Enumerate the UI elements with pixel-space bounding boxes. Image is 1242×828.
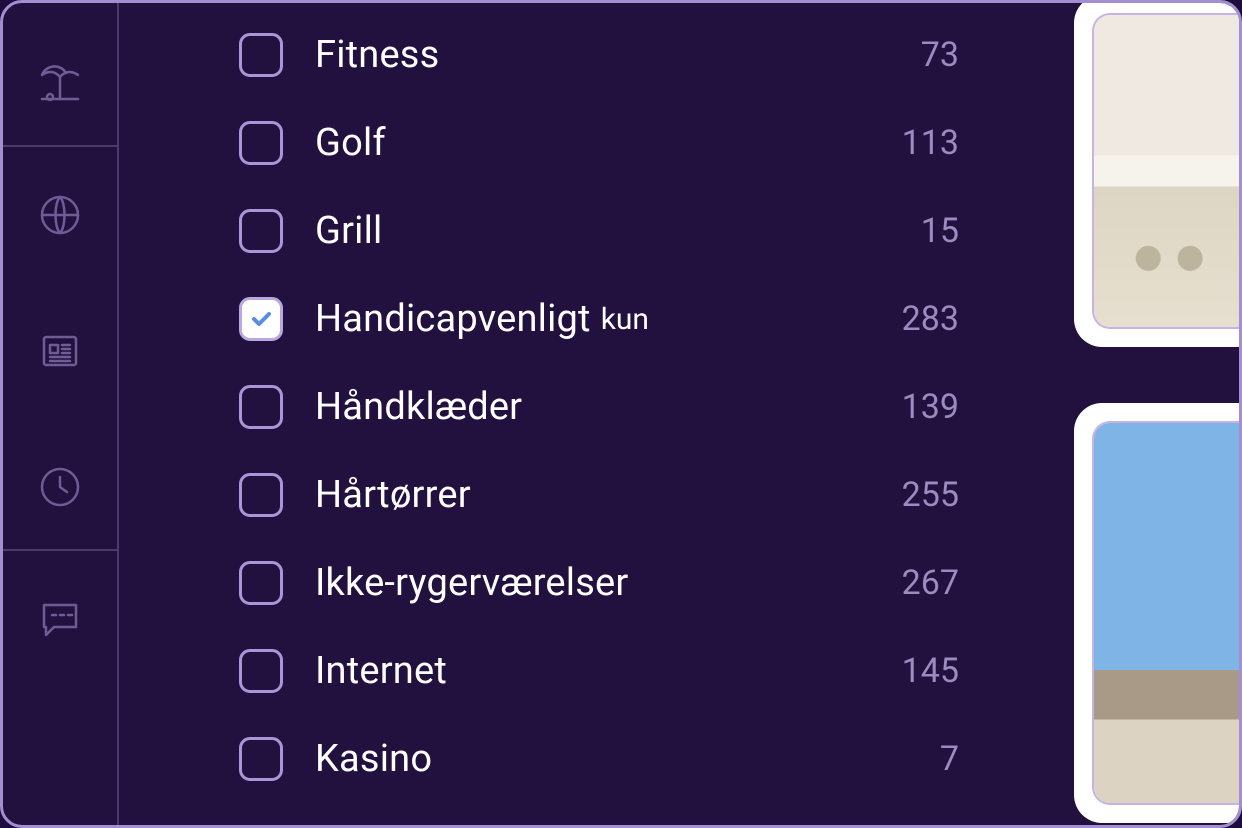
filter-internet[interactable]: Internet 145 [239,649,959,693]
preview-column [1049,3,1239,825]
filter-kasino[interactable]: Kasino 7 [239,737,959,781]
hotel-room-image [1094,15,1242,327]
filter-golf[interactable]: Golf 113 [239,121,959,165]
filter-grill[interactable]: Grill 15 [239,209,959,253]
filter-label: Fitness [315,33,439,77]
checkbox[interactable] [239,209,283,253]
filter-count: 267 [902,563,959,603]
app-window: Fitness 73 Golf 113 Grill 15 Handicapven… [0,0,1242,828]
globe-icon[interactable] [32,187,88,243]
filter-panel: Fitness 73 Golf 113 Grill 15 Handicapven… [119,3,1049,825]
filter-count: 255 [902,475,959,515]
news-icon[interactable] [32,323,88,379]
result-thumbnail [1092,421,1242,805]
filter-count: 113 [902,123,959,163]
filter-label: Internet [315,649,447,693]
sidebar-group-mid [3,187,117,515]
sidebar-divider-2 [3,549,117,551]
checkbox[interactable] [239,737,283,781]
checkbox[interactable] [239,649,283,693]
checkmark-icon [249,307,273,331]
result-card[interactable] [1074,0,1242,347]
checkbox[interactable] [239,561,283,605]
checkbox-checked[interactable] [239,297,283,341]
filter-handklaeder[interactable]: Håndklæder 139 [239,385,959,429]
filter-count: 73 [921,35,959,75]
result-card[interactable] [1074,403,1242,823]
filter-count: 283 [902,299,959,339]
filter-count: 139 [902,387,959,427]
beach-icon[interactable] [32,55,88,111]
filter-label: Kasino [315,737,432,781]
filter-count: 7 [940,739,959,779]
filter-label: Golf [315,121,386,165]
sidebar-divider [3,145,117,147]
checkbox[interactable] [239,385,283,429]
filter-count: 15 [921,211,959,251]
clock-icon[interactable] [32,459,88,515]
result-thumbnail [1092,13,1242,329]
filter-count: 145 [902,651,959,691]
filter-label: Handicapvenligt [315,297,591,341]
sidebar-group-bottom [3,591,117,647]
checkbox[interactable] [239,33,283,77]
checkbox[interactable] [239,473,283,517]
filter-handicapvenligt[interactable]: Handicapvenligt kun 283 [239,297,959,341]
filter-fitness[interactable]: Fitness 73 [239,33,959,77]
filter-label: Ikke-rygerværelser [315,561,628,605]
filter-label: Håndklæder [315,385,522,429]
checkbox[interactable] [239,121,283,165]
sidebar-group-top [3,55,117,111]
filter-suffix: kun [601,302,649,337]
landscape-image [1094,423,1242,803]
sidebar [3,3,119,825]
filter-hartorrer[interactable]: Hårtørrer 255 [239,473,959,517]
chat-icon[interactable] [32,591,88,647]
filter-list: Fitness 73 Golf 113 Grill 15 Handicapven… [239,33,1029,781]
filter-ikke-rygervaerelser[interactable]: Ikke-rygerværelser 267 [239,561,959,605]
filter-label: Grill [315,209,382,253]
filter-label: Hårtørrer [315,473,471,517]
